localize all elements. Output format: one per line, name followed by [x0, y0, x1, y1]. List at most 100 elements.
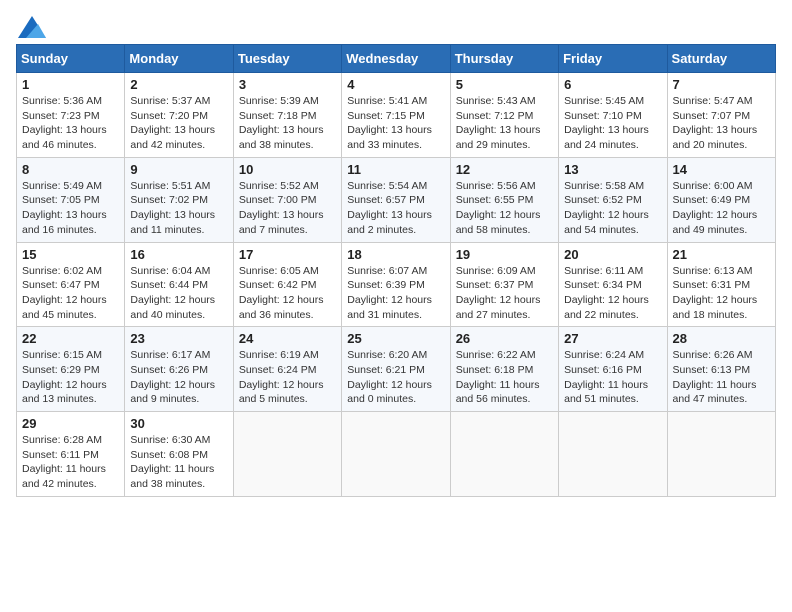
calendar-cell: 3Sunrise: 5:39 AMSunset: 7:18 PMDaylight… [233, 73, 341, 158]
day-info: Sunrise: 6:15 AMSunset: 6:29 PMDaylight:… [22, 348, 119, 407]
day-number: 4 [347, 77, 444, 92]
calendar-cell: 14 Sunrise: 6:00 AMSunset: 6:49 PMDayligh… [667, 157, 775, 242]
day-info: Sunrise: 6:11 AMSunset: 6:34 PMDaylight:… [564, 264, 661, 323]
calendar-cell: 8 Sunrise: 5:49 AMSunset: 7:05 PMDaylight… [17, 157, 125, 242]
day-number: 29 [22, 416, 119, 431]
day-number: 14 [673, 162, 770, 177]
day-number: 26 [456, 331, 553, 346]
day-info: Sunrise: 5:51 AMSunset: 7:02 PMDaylight:… [130, 179, 227, 238]
day-info: Sunrise: 6:02 AMSunset: 6:47 PMDaylight:… [22, 264, 119, 323]
day-info: Sunrise: 5:47 AMSunset: 7:07 PMDaylight:… [673, 94, 770, 153]
day-number: 1 [22, 77, 119, 92]
day-info: Sunrise: 6:00 AMSunset: 6:49 PMDaylight:… [673, 179, 770, 238]
day-info: Sunrise: 6:17 AMSunset: 6:26 PMDaylight:… [130, 348, 227, 407]
calendar-dow-wednesday: Wednesday [342, 45, 450, 73]
calendar-cell [233, 412, 341, 497]
calendar-dow-saturday: Saturday [667, 45, 775, 73]
day-info: Sunrise: 6:30 AMSunset: 6:08 PMDaylight:… [130, 433, 227, 492]
day-info: Sunrise: 6:22 AMSunset: 6:18 PMDaylight:… [456, 348, 553, 407]
calendar-cell: 18 Sunrise: 6:07 AMSunset: 6:39 PMDayligh… [342, 242, 450, 327]
day-info: Sunrise: 5:37 AMSunset: 7:20 PMDaylight:… [130, 94, 227, 153]
calendar-dow-monday: Monday [125, 45, 233, 73]
day-number: 3 [239, 77, 336, 92]
calendar-cell: 11 Sunrise: 5:54 AMSunset: 6:57 PMDayligh… [342, 157, 450, 242]
calendar-cell: 27 Sunrise: 6:24 AMSunset: 6:16 PMDayligh… [559, 327, 667, 412]
calendar-cell: 9 Sunrise: 5:51 AMSunset: 7:02 PMDaylight… [125, 157, 233, 242]
day-info: Sunrise: 5:56 AMSunset: 6:55 PMDaylight:… [456, 179, 553, 238]
day-number: 21 [673, 247, 770, 262]
calendar-cell [559, 412, 667, 497]
day-number: 28 [673, 331, 770, 346]
day-info: Sunrise: 6:20 AMSunset: 6:21 PMDaylight:… [347, 348, 444, 407]
calendar-cell: 5Sunrise: 5:43 AMSunset: 7:12 PMDaylight… [450, 73, 558, 158]
day-info: Sunrise: 5:43 AMSunset: 7:12 PMDaylight:… [456, 94, 553, 153]
calendar-week-5: 29 Sunrise: 6:28 AMSunset: 6:11 PMDayligh… [17, 412, 776, 497]
day-info: Sunrise: 6:19 AMSunset: 6:24 PMDaylight:… [239, 348, 336, 407]
calendar-week-4: 22Sunrise: 6:15 AMSunset: 6:29 PMDayligh… [17, 327, 776, 412]
calendar-dow-sunday: Sunday [17, 45, 125, 73]
calendar-week-2: 8 Sunrise: 5:49 AMSunset: 7:05 PMDaylight… [17, 157, 776, 242]
day-info: Sunrise: 5:52 AMSunset: 7:00 PMDaylight:… [239, 179, 336, 238]
day-number: 13 [564, 162, 661, 177]
day-info: Sunrise: 6:09 AMSunset: 6:37 PMDaylight:… [456, 264, 553, 323]
calendar-cell: 26 Sunrise: 6:22 AMSunset: 6:18 PMDayligh… [450, 327, 558, 412]
day-info: Sunrise: 5:49 AMSunset: 7:05 PMDaylight:… [22, 179, 119, 238]
day-number: 6 [564, 77, 661, 92]
calendar-cell: 22Sunrise: 6:15 AMSunset: 6:29 PMDayligh… [17, 327, 125, 412]
day-number: 2 [130, 77, 227, 92]
day-number: 19 [456, 247, 553, 262]
day-info: Sunrise: 6:05 AMSunset: 6:42 PMDaylight:… [239, 264, 336, 323]
day-number: 24 [239, 331, 336, 346]
calendar-cell: 1 Sunrise: 5:36 AMSunset: 7:23 PMDaylight… [17, 73, 125, 158]
day-info: Sunrise: 5:54 AMSunset: 6:57 PMDaylight:… [347, 179, 444, 238]
page-header [16, 16, 776, 34]
day-number: 11 [347, 162, 444, 177]
calendar-cell: 19 Sunrise: 6:09 AMSunset: 6:37 PMDayligh… [450, 242, 558, 327]
day-number: 25 [347, 331, 444, 346]
day-info: Sunrise: 5:41 AMSunset: 7:15 PMDaylight:… [347, 94, 444, 153]
day-info: Sunrise: 6:07 AMSunset: 6:39 PMDaylight:… [347, 264, 444, 323]
logo [16, 16, 46, 34]
day-number: 12 [456, 162, 553, 177]
day-number: 30 [130, 416, 227, 431]
calendar-week-3: 15 Sunrise: 6:02 AMSunset: 6:47 PMDayligh… [17, 242, 776, 327]
calendar-cell: 29 Sunrise: 6:28 AMSunset: 6:11 PMDayligh… [17, 412, 125, 497]
day-info: Sunrise: 5:58 AMSunset: 6:52 PMDaylight:… [564, 179, 661, 238]
day-number: 20 [564, 247, 661, 262]
calendar-cell [342, 412, 450, 497]
day-number: 18 [347, 247, 444, 262]
calendar-cell: 17 Sunrise: 6:05 AMSunset: 6:42 PMDayligh… [233, 242, 341, 327]
day-info: Sunrise: 6:28 AMSunset: 6:11 PMDaylight:… [22, 433, 119, 492]
calendar-cell: 30 Sunrise: 6:30 AMSunset: 6:08 PMDayligh… [125, 412, 233, 497]
calendar-dow-thursday: Thursday [450, 45, 558, 73]
day-number: 27 [564, 331, 661, 346]
day-number: 23 [130, 331, 227, 346]
calendar-table: SundayMondayTuesdayWednesdayThursdayFrid… [16, 44, 776, 497]
day-info: Sunrise: 6:13 AMSunset: 6:31 PMDaylight:… [673, 264, 770, 323]
day-info: Sunrise: 6:24 AMSunset: 6:16 PMDaylight:… [564, 348, 661, 407]
day-number: 17 [239, 247, 336, 262]
calendar-header-row: SundayMondayTuesdayWednesdayThursdayFrid… [17, 45, 776, 73]
calendar-dow-tuesday: Tuesday [233, 45, 341, 73]
day-info: Sunrise: 5:36 AMSunset: 7:23 PMDaylight:… [22, 94, 119, 153]
calendar-cell: 23 Sunrise: 6:17 AMSunset: 6:26 PMDayligh… [125, 327, 233, 412]
calendar-cell: 12 Sunrise: 5:56 AMSunset: 6:55 PMDayligh… [450, 157, 558, 242]
day-number: 10 [239, 162, 336, 177]
calendar-cell: 21 Sunrise: 6:13 AMSunset: 6:31 PMDayligh… [667, 242, 775, 327]
calendar-cell: 10 Sunrise: 5:52 AMSunset: 7:00 PMDayligh… [233, 157, 341, 242]
calendar-cell: 13 Sunrise: 5:58 AMSunset: 6:52 PMDayligh… [559, 157, 667, 242]
day-number: 16 [130, 247, 227, 262]
day-number: 8 [22, 162, 119, 177]
calendar-week-1: 1 Sunrise: 5:36 AMSunset: 7:23 PMDaylight… [17, 73, 776, 158]
calendar-dow-friday: Friday [559, 45, 667, 73]
calendar-cell: 7Sunrise: 5:47 AMSunset: 7:07 PMDaylight… [667, 73, 775, 158]
calendar-cell: 20 Sunrise: 6:11 AMSunset: 6:34 PMDayligh… [559, 242, 667, 327]
calendar-cell [450, 412, 558, 497]
day-info: Sunrise: 6:04 AMSunset: 6:44 PMDaylight:… [130, 264, 227, 323]
day-number: 15 [22, 247, 119, 262]
calendar-cell: 16 Sunrise: 6:04 AMSunset: 6:44 PMDayligh… [125, 242, 233, 327]
calendar-cell: 24 Sunrise: 6:19 AMSunset: 6:24 PMDayligh… [233, 327, 341, 412]
day-number: 9 [130, 162, 227, 177]
calendar-cell: 28Sunrise: 6:26 AMSunset: 6:13 PMDayligh… [667, 327, 775, 412]
calendar-cell: 4 Sunrise: 5:41 AMSunset: 7:15 PMDaylight… [342, 73, 450, 158]
